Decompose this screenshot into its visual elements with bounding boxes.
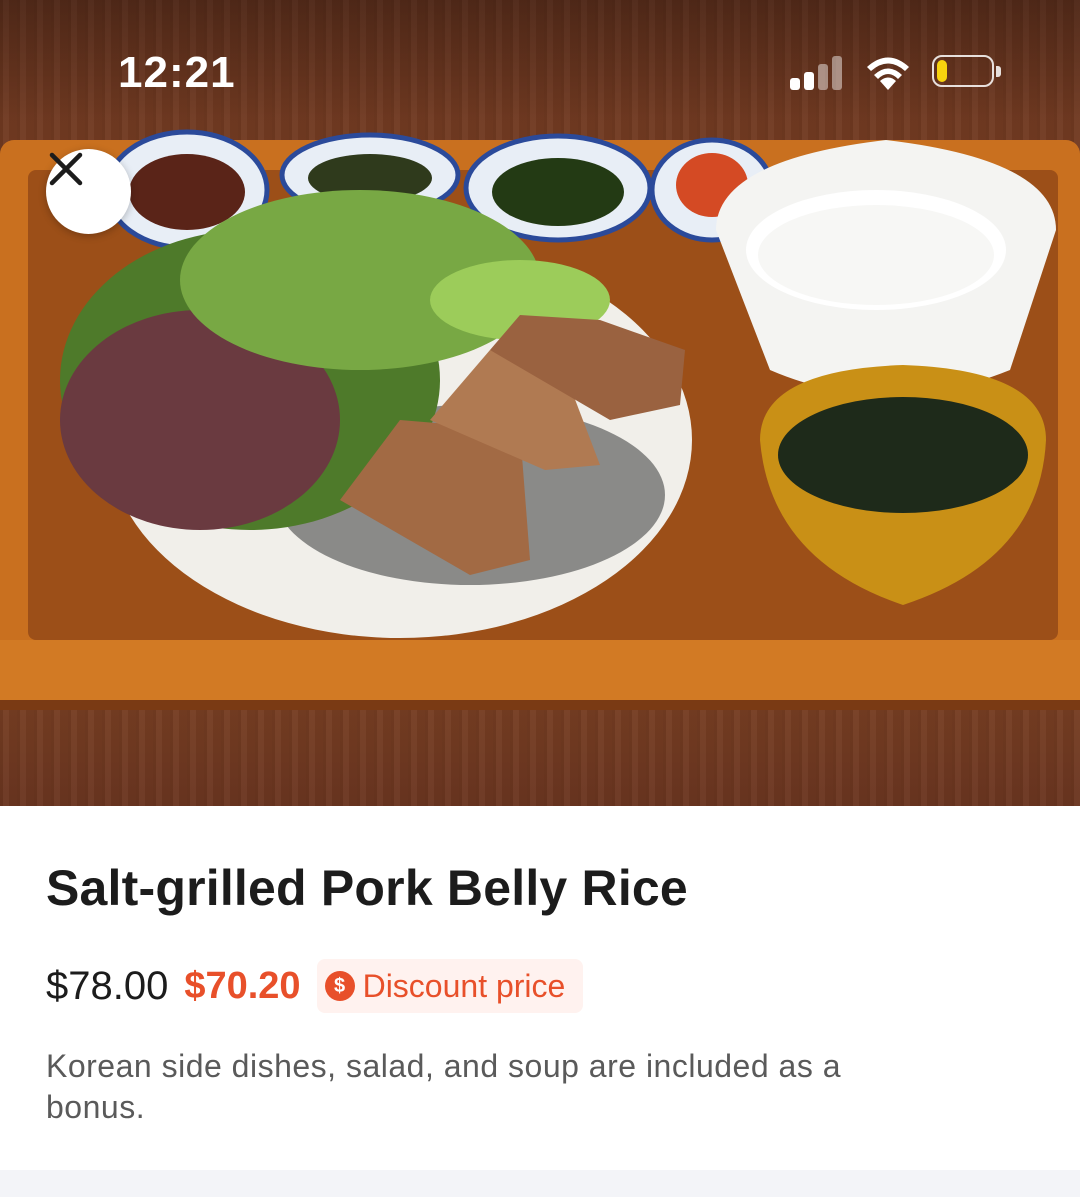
- discount-price: $70.20: [184, 964, 301, 1007]
- product-title: Salt-grilled Pork Belly Rice: [46, 860, 688, 916]
- food-tray-illustration: [0, 0, 1080, 710]
- close-icon: [49, 152, 83, 186]
- section-divider: [0, 1170, 1080, 1197]
- price-row: $78.00 $70.20 $ Discount price: [46, 958, 584, 1014]
- dollar-icon: $: [324, 971, 355, 1001]
- battery-icon: [932, 55, 1002, 89]
- wifi-icon: [867, 57, 909, 90]
- discount-label: Discount price: [362, 967, 566, 1004]
- original-price: $78.00: [46, 963, 169, 1008]
- signal-icon: [790, 54, 846, 90]
- discount-badge: $ Discount price: [316, 959, 584, 1013]
- close-button[interactable]: [46, 149, 131, 234]
- product-info-panel: Salt-grilled Pork Belly Rice $78.00 $70.…: [0, 806, 1080, 1197]
- product-photo: 12:21: [0, 0, 1080, 806]
- status-icons: [790, 52, 1010, 92]
- status-time: 12:21: [118, 48, 236, 97]
- product-description: Korean side dishes, salad, and soup are …: [46, 1048, 842, 1125]
